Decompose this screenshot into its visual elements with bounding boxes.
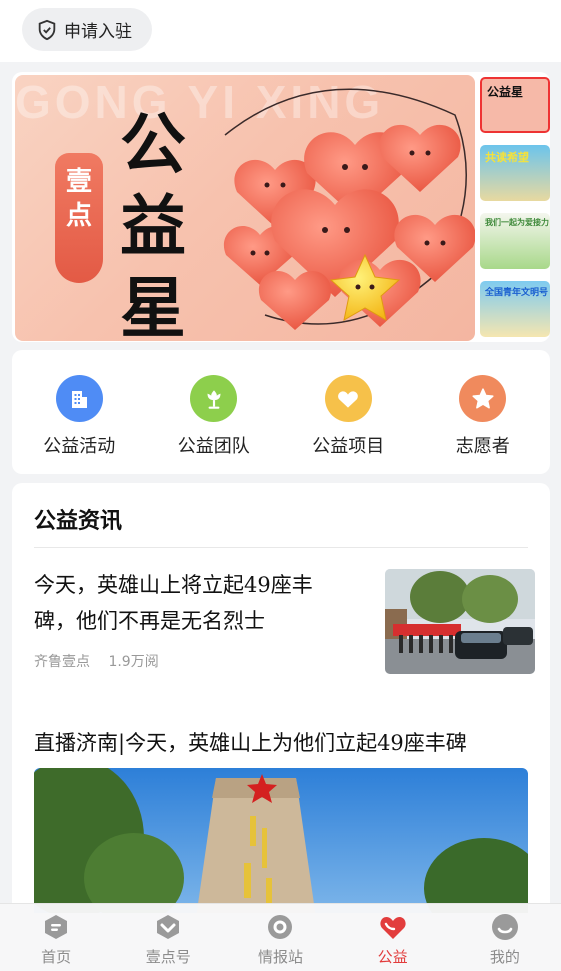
banner-thumb[interactable]: 公益星 <box>480 77 550 133</box>
category-label: 志愿者 <box>455 436 510 457</box>
article-thumbnail[interactable] <box>385 569 535 674</box>
apply-join-label: 申请入驻 <box>64 22 132 42</box>
tab-home[interactable]: 首页 <box>6 904 106 971</box>
home-icon <box>45 915 68 939</box>
article-meta: 齐鲁壹点 1.9万阅 <box>34 651 159 671</box>
banner-thumbnails: 公益星 共读希望 我们一起为爱接力 全国青年文明号 <box>480 77 550 342</box>
tab-label: 壹点号 <box>145 948 191 966</box>
article-title[interactable]: 今天，英雄山上将立起49座丰碑，他们不再是无名烈士 <box>34 567 354 639</box>
banner-thumb-label: 全国青年文明号 <box>485 288 549 298</box>
tab-intel-station[interactable]: 情报站 <box>230 904 330 971</box>
banner-title-char: 公 <box>120 105 186 183</box>
banner-tag-char: 壹 <box>65 167 92 197</box>
banner-thumb-label: 我们一起为爱接力 <box>485 218 549 227</box>
category-grid: 公益活动 公益团队 公益项目 志愿者 <box>12 350 550 474</box>
banner-tag-char: 点 <box>65 201 92 231</box>
hearts-illustration <box>223 88 475 330</box>
banner-title-char: 益 <box>120 187 186 265</box>
category-label: 公益活动 <box>43 436 116 457</box>
heart-icon <box>324 375 372 422</box>
bottom-tab-bar: 首页 壹点号 情报站 公益 我的 <box>0 903 561 971</box>
article-cover-image[interactable] <box>34 768 528 913</box>
category-label: 公益项目 <box>312 436 385 457</box>
profile-icon <box>491 914 518 940</box>
tab-label: 首页 <box>41 948 72 966</box>
banner-thumb-label: 公益星 <box>487 85 524 99</box>
banner-carousel[interactable]: GONG YI XING 壹 点 公 益 星 公益星 共读希望 我们一起为爱接力… <box>12 72 550 342</box>
article-title[interactable]: 直播济南|今天，英雄山上为他们立起49座丰碑 <box>34 727 467 757</box>
star-icon <box>459 375 507 422</box>
apply-join-button[interactable]: 申请入驻 <box>22 8 152 51</box>
tab-label: 公益 <box>377 948 408 966</box>
banner-main-slide[interactable]: GONG YI XING 壹 点 公 益 星 <box>15 75 475 341</box>
tab-me[interactable]: 我的 <box>455 904 555 971</box>
article-views: 1.9万阅 <box>108 654 159 670</box>
tab-charity[interactable]: 公益 <box>343 904 443 971</box>
banner-thumb[interactable]: 全国青年文明号 <box>480 281 550 337</box>
article-source: 齐鲁壹点 <box>34 654 90 670</box>
category-public-activity[interactable]: 公益活动 <box>19 375 139 474</box>
tab-label: 我的 <box>489 948 520 966</box>
banner-tag: 壹 点 <box>55 153 103 283</box>
tab-yidianhao[interactable]: 壹点号 <box>118 904 218 971</box>
category-public-project[interactable]: 公益项目 <box>288 375 408 474</box>
banner-title-char: 星 <box>120 269 186 341</box>
top-bar: 申请入驻 <box>0 0 561 62</box>
yidian-icon <box>157 915 180 939</box>
charity-heart-icon <box>380 917 406 939</box>
building-icon <box>55 375 103 422</box>
banner-thumb[interactable]: 我们一起为爱接力 <box>480 213 550 269</box>
category-public-team[interactable]: 公益团队 <box>154 375 274 474</box>
intel-icon <box>268 915 293 939</box>
news-section: 公益资讯 今天，英雄山上将立起49座丰碑，他们不再是无名烈士 齐鲁壹点 1.9万… <box>12 483 550 913</box>
shield-check-icon <box>38 19 56 40</box>
flower-icon <box>190 375 238 422</box>
banner-thumb-label: 共读希望 <box>485 151 529 164</box>
banner-thumb[interactable]: 共读希望 <box>480 145 550 201</box>
banner-title: 公 益 星 <box>113 103 193 341</box>
divider <box>34 547 528 548</box>
tab-label: 情报站 <box>257 948 303 966</box>
category-label: 公益团队 <box>177 436 250 457</box>
category-volunteer[interactable]: 志愿者 <box>423 375 543 474</box>
news-section-title: 公益资讯 <box>34 508 123 534</box>
